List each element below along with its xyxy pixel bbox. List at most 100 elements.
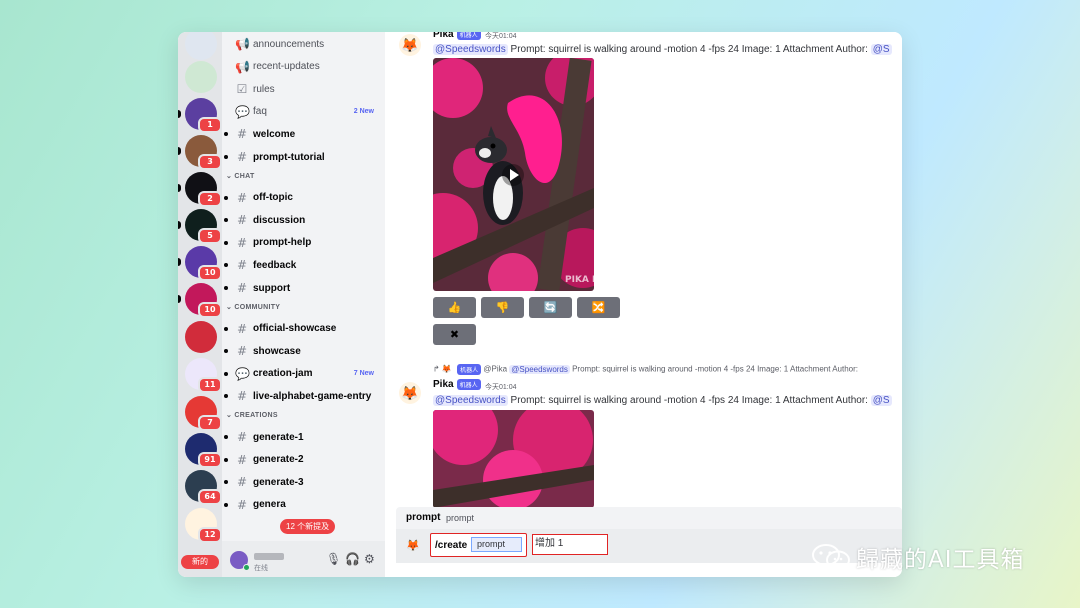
hash-icon: # [236, 258, 248, 273]
channel-prompt-tutorial[interactable]: # prompt-tutorial [222, 146, 385, 168]
robot-eye-icon[interactable] [185, 321, 217, 353]
channel-creation-jam[interactable]: 💬 creation-jam 7 New [222, 363, 385, 385]
gear-icon[interactable]: ⚙ [364, 552, 375, 566]
channel-name: faq [253, 106, 267, 118]
channel-off-topic[interactable]: # off-topic [222, 187, 385, 209]
message-text: @Speedswords Prompt: squirrel is walking… [433, 44, 892, 55]
video-attachment[interactable]: PIKA LABS [433, 58, 594, 291]
channel-faq[interactable]: 💬 faq 2 New [222, 101, 385, 123]
channel-showcase[interactable]: # showcase [222, 340, 385, 362]
mention-badge: 1 [198, 117, 222, 133]
channel-name: generate-1 [253, 431, 304, 443]
channel-live-alphabet-game-entry[interactable]: # live-alphabet-game-entry [222, 385, 385, 407]
pink-loop-icon[interactable]: 2 [185, 172, 222, 207]
author-mention[interactable]: @S [870, 395, 892, 406]
option-description: prompt [446, 513, 475, 523]
command-name-box[interactable]: /create prompt [430, 533, 527, 557]
channel-genera[interactable]: # genera [222, 494, 385, 516]
megaphone-icon: 📢 [235, 59, 250, 74]
message-author[interactable]: Pika 机器人 [433, 32, 481, 40]
message-time: 今天01:04 [485, 33, 517, 40]
channel-discussion[interactable]: # discussion [222, 209, 385, 231]
category-creations[interactable]: ⌄ CREATIONS [226, 411, 278, 419]
author-mention[interactable]: @S [870, 44, 892, 55]
mention-badge: 11 [198, 377, 222, 393]
channel-name: discussion [253, 214, 306, 226]
channel-name: rules [253, 83, 275, 95]
pika-fox-icon[interactable]: 12 [185, 508, 222, 543]
green-bot-icon[interactable] [185, 61, 217, 93]
channel-welcome[interactable]: # welcome [222, 123, 385, 145]
thumbs-down-button[interactable]: 👎 [481, 297, 524, 318]
message-author[interactable]: Pika 机器人 [433, 379, 481, 390]
message-time: 今天01:04 [485, 384, 517, 391]
shuffle-button[interactable]: 🔀 [577, 297, 620, 318]
channel-generate-1[interactable]: # generate-1 [222, 426, 385, 448]
channel-name: recent-updates [253, 61, 320, 73]
reply-preview[interactable]: ↱ 🦊 机器人 @Pika @Speedswords Prompt: squir… [433, 364, 858, 375]
channel-feedback[interactable]: # feedback [222, 254, 385, 276]
unread-dot [224, 435, 228, 439]
discord-window: 1 3 2 5 10 10 11 7 91 64 12 📢 announcements 📢 recent-… [178, 32, 902, 577]
unread-dot [224, 349, 228, 354]
user-mention[interactable]: @Speedswords [433, 44, 508, 55]
hash-icon: # [236, 389, 248, 404]
astronaut-icon[interactable]: 64 [185, 470, 222, 505]
unread-indicator [178, 147, 181, 155]
category-community[interactable]: ⌄ COMMUNITY [226, 303, 280, 311]
channel-rules[interactable]: ☑ rules [222, 78, 385, 100]
mention-badge: 3 [198, 154, 222, 170]
channel-support[interactable]: # support [222, 277, 385, 299]
forum-icon: 💬 [235, 104, 250, 119]
squirrel-image: PIKA LABS [433, 58, 594, 291]
llama-icon[interactable]: 10 [185, 246, 222, 281]
mute-mic-icon[interactable]: 🎙 [326, 552, 341, 566]
channel-generate-3[interactable]: # generate-3 [222, 471, 385, 493]
unread-dot [224, 480, 228, 485]
pika-avatar[interactable]: 🦊 [399, 34, 421, 56]
sailboat-icon[interactable] [185, 32, 217, 60]
colorful-text-icon[interactable]: 91 [185, 433, 222, 468]
pika-app-icon: 🦊 [406, 540, 420, 552]
unread-dot [224, 155, 228, 159]
new-mentions-banner[interactable]: 12 个新提及 [280, 519, 336, 534]
new-posts-badge: 2 New [353, 108, 374, 116]
pika-avatar[interactable]: 🦊 [399, 382, 421, 404]
mention-badge: 10 [198, 302, 222, 318]
channel-recent-updates[interactable]: 📢 recent-updates [222, 56, 385, 78]
prompt-value-input[interactable]: 增加 1 [532, 534, 608, 555]
user-mention[interactable]: @Speedswords [433, 395, 508, 406]
person-avatar-icon[interactable]: 3 [185, 135, 222, 170]
unread-indicator [178, 258, 181, 266]
channel-announcements[interactable]: 📢 announcements [222, 33, 385, 55]
refresh-button[interactable]: 🔄 [529, 297, 572, 318]
channel-name: genera [253, 499, 286, 511]
delete-x-button[interactable]: ✖ [433, 324, 476, 345]
thumbs-up-button[interactable]: 👍 [433, 297, 476, 318]
new-messages-pill[interactable]: 新的 [181, 555, 219, 569]
unread-indicator [178, 221, 181, 229]
message-text: @Speedswords Prompt: squirrel is walking… [433, 395, 892, 406]
channel-official-showcase[interactable]: # official-showcase [222, 318, 385, 340]
unread-indicator [178, 295, 181, 303]
frame-logo-icon[interactable]: 10 [185, 283, 222, 318]
mention-badge: 64 [198, 489, 222, 505]
headphones-icon[interactable]: 🎧 [345, 552, 360, 566]
category-chat[interactable]: ⌄ CHAT [226, 172, 255, 180]
r-logo-icon[interactable]: 5 [185, 209, 222, 244]
purple-lotus-icon[interactable]: 11 [185, 358, 222, 393]
mention-badge: 10 [198, 265, 222, 281]
user-panel: 在线 🎙 🎧 ⚙ [222, 541, 385, 577]
hash-icon: # [236, 190, 248, 205]
channel-name: generate-2 [253, 454, 304, 466]
video-attachment[interactable] [433, 410, 594, 508]
number-one-icon[interactable]: 1 [185, 98, 222, 133]
online-status-icon [243, 564, 250, 571]
unread-dot [224, 240, 228, 245]
unread-dot [224, 132, 228, 137]
chat-panel: 🦊 Pika 机器人 今天01:04 @Speedswords Prompt: s… [385, 32, 902, 577]
prompt-option-chip[interactable]: prompt [471, 537, 522, 552]
channel-prompt-help[interactable]: # prompt-help [222, 232, 385, 254]
teeth-icon[interactable]: 7 [185, 396, 222, 431]
channel-generate-2[interactable]: # generate-2 [222, 449, 385, 471]
